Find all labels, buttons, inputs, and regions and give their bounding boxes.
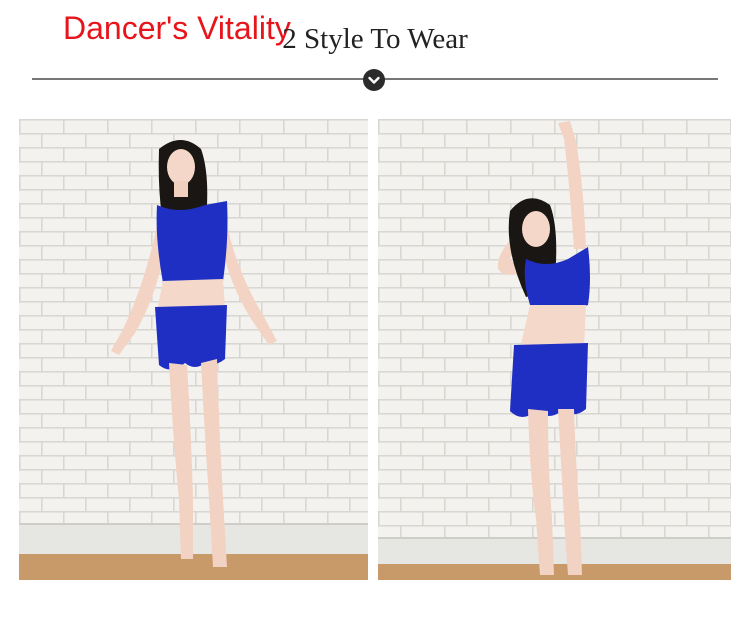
product-photo-style-1 bbox=[19, 119, 368, 580]
chevron-down-icon[interactable] bbox=[363, 69, 385, 91]
section-title: 2 Style To Wear bbox=[282, 23, 468, 55]
product-photo-style-2 bbox=[378, 119, 731, 580]
